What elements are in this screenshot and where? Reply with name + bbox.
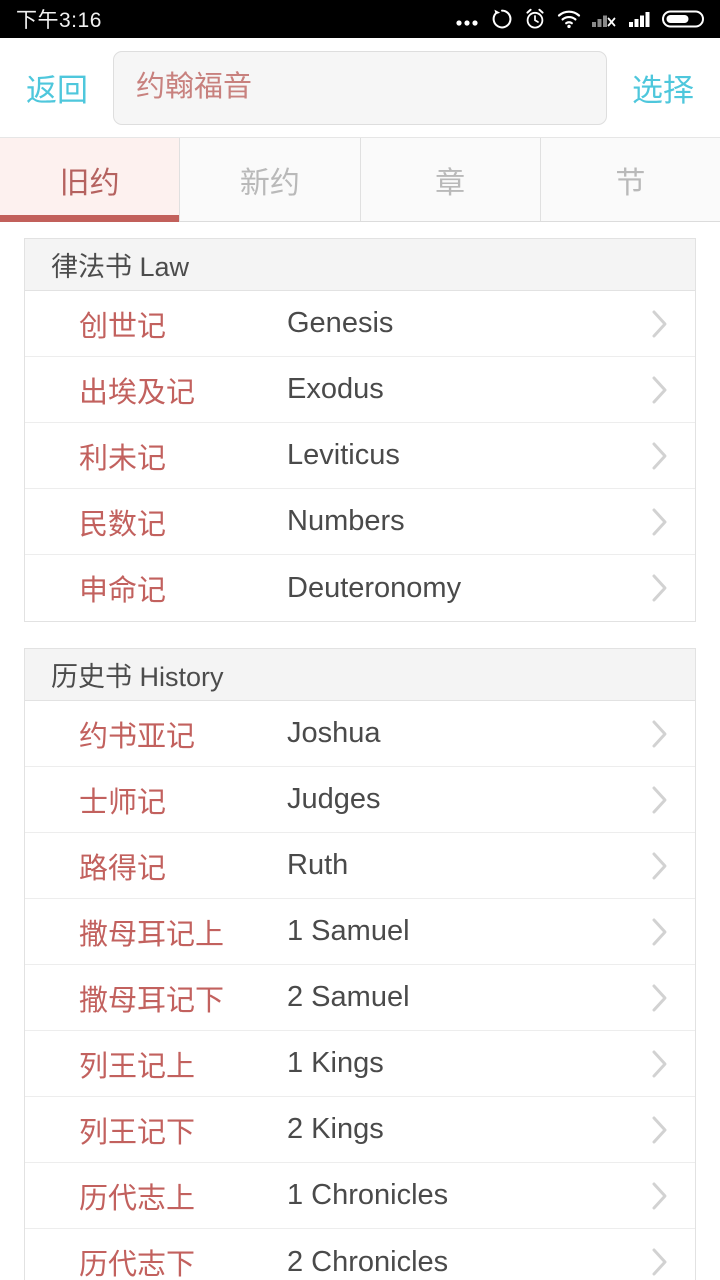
- book-name-cn: 列王记上: [79, 1050, 196, 1083]
- list-item[interactable]: 士师记 Judges: [25, 767, 695, 833]
- tab-label: 新约: [239, 166, 300, 200]
- sync-icon: [491, 8, 513, 30]
- book-name-cn: 列王记下: [79, 1116, 196, 1149]
- chevron-right-icon: [647, 1180, 673, 1212]
- list-item[interactable]: 历代志下 2 Chronicles: [25, 1229, 695, 1280]
- book-name-en: 1 Samuel: [287, 915, 410, 947]
- chevron-right-icon: [647, 1114, 673, 1146]
- list-item[interactable]: 利未记 Leviticus: [25, 423, 695, 489]
- book-name-en: Judges: [287, 783, 381, 815]
- battery-icon: [662, 8, 706, 30]
- tab-bar: 旧约 新约 章 节: [0, 138, 720, 222]
- section-header: 历史书 History: [25, 649, 695, 701]
- search-input[interactable]: [113, 50, 607, 125]
- back-button[interactable]: 返回: [18, 61, 96, 114]
- list-item[interactable]: 撒母耳记下 2 Samuel: [25, 965, 695, 1031]
- chevron-right-icon: [647, 916, 673, 948]
- tab-label: 章: [435, 166, 466, 200]
- book-name-en: Numbers: [287, 505, 405, 537]
- book-name-en: 1 Kings: [287, 1047, 384, 1079]
- status-bar: 下午3:16: [0, 0, 720, 38]
- list-item[interactable]: 出埃及记 Exodus: [25, 357, 695, 423]
- book-name-en: 2 Kings: [287, 1113, 384, 1145]
- wifi-icon: [557, 9, 581, 29]
- book-name-cn: 撒母耳记下: [79, 984, 225, 1017]
- book-name-en: 1 Chronicles: [287, 1179, 449, 1211]
- chevron-right-icon: [647, 374, 673, 406]
- book-name-cn: 约书亚记: [79, 720, 196, 753]
- chevron-right-icon: [647, 506, 673, 538]
- tab-label: 旧约: [59, 166, 120, 200]
- list-item[interactable]: 路得记 Ruth: [25, 833, 695, 899]
- chevron-right-icon: [647, 718, 673, 750]
- book-name-cn: 申命记: [79, 575, 167, 607]
- book-name-cn: 路得记: [79, 852, 167, 885]
- book-name-cn: 士师记: [79, 786, 167, 819]
- chevron-right-icon: [647, 308, 673, 340]
- book-name-cn: 历代志上: [79, 1182, 196, 1215]
- list-item[interactable]: 历代志上 1 Chronicles: [25, 1163, 695, 1229]
- section-law: 律法书 Law 创世记 Genesis 出埃及记 Exodus 利未记 Levi…: [24, 238, 696, 622]
- navigation-bar: 返回 选择: [0, 38, 720, 138]
- chevron-right-icon: [647, 784, 673, 816]
- book-list-scroll[interactable]: 律法书 Law 创世记 Genesis 出埃及记 Exodus 利未记 Levi…: [0, 222, 720, 1280]
- book-name-en: 2 Chronicles: [287, 1245, 449, 1278]
- list-item[interactable]: 民数记 Numbers: [25, 489, 695, 555]
- chevron-right-icon: [647, 440, 673, 472]
- chevron-right-icon: [647, 572, 673, 604]
- book-name-en: Deuteronomy: [287, 571, 462, 604]
- book-name-cn: 利未记: [79, 442, 167, 475]
- chevron-right-icon: [647, 850, 673, 882]
- tab-new-testament[interactable]: 新约: [180, 138, 361, 221]
- signal-no-sim-icon: [592, 9, 618, 29]
- book-name-en: 2 Samuel: [287, 981, 410, 1013]
- chevron-right-icon: [647, 1048, 673, 1080]
- chevron-right-icon: [647, 1246, 673, 1278]
- status-time: 下午3:16: [16, 9, 102, 32]
- select-button[interactable]: 选择: [624, 61, 702, 114]
- tab-old-testament[interactable]: 旧约: [0, 138, 181, 222]
- list-item[interactable]: 列王记上 1 Kings: [25, 1031, 695, 1097]
- status-icon-tray: [454, 8, 706, 30]
- list-item[interactable]: 撒母耳记上 1 Samuel: [25, 899, 695, 965]
- section-history: 历史书 History 约书亚记 Joshua 士师记 Judges 路得记 R…: [24, 648, 696, 1280]
- book-name-en: Ruth: [287, 849, 349, 881]
- list-item[interactable]: 创世记 Genesis: [25, 291, 695, 357]
- book-name-cn: 撒母耳记上: [79, 918, 225, 951]
- tab-label: 节: [615, 166, 646, 200]
- tab-verse[interactable]: 节: [540, 138, 720, 221]
- list-item[interactable]: 约书亚记 Joshua: [25, 701, 695, 767]
- alarm-clock-icon: [524, 8, 546, 30]
- book-name-en: Joshua: [287, 717, 381, 749]
- book-name-cn: 历代志下: [79, 1249, 196, 1280]
- more-dots-icon: [454, 9, 480, 29]
- list-item[interactable]: 申命记 Deuteronomy: [25, 555, 695, 621]
- book-name-en: Exodus: [287, 373, 384, 405]
- search-field-wrapper: [96, 50, 624, 125]
- section-header: 律法书 Law: [25, 239, 695, 291]
- book-name-cn: 创世记: [79, 310, 167, 343]
- book-name-en: Leviticus: [287, 439, 400, 471]
- signal-bars-icon: [629, 9, 651, 29]
- list-item[interactable]: 列王记下 2 Kings: [25, 1097, 695, 1163]
- chevron-right-icon: [647, 982, 673, 1014]
- book-name-cn: 民数记: [79, 508, 167, 541]
- tab-chapter[interactable]: 章: [360, 138, 541, 221]
- book-name-cn: 出埃及记: [79, 376, 196, 409]
- book-name-en: Genesis: [287, 307, 394, 339]
